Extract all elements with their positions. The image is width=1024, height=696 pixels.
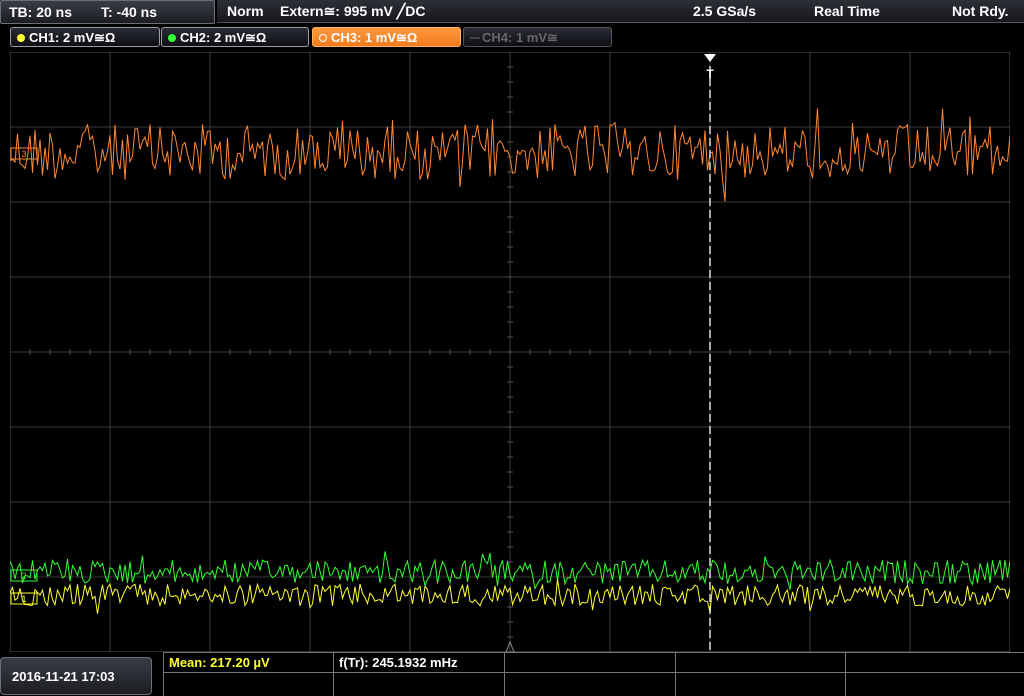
channel-2-button[interactable]: CH2: 2 mV≅Ω: [161, 27, 309, 47]
datetime-box: 2016-11-21 17:03: [0, 657, 152, 695]
channel-bar: CH1: 2 mV≅Ω CH2: 2 mV≅Ω CH3: 1 mV≅Ω CH4:…: [0, 25, 1024, 49]
trigger-offset-label: T: -40 ns: [101, 4, 158, 20]
graticule: [10, 52, 1010, 652]
trigger-source-label: Extern≅: 995 mV ╱DC: [280, 3, 426, 19]
timebase-box[interactable]: TB: 20 ns T: -40 ns: [0, 0, 215, 24]
channel-3-button[interactable]: CH3: 1 mV≅Ω: [312, 27, 461, 47]
trigger-marker-label: T: [706, 67, 714, 81]
measurement-1-label: Mean: 217.20 µV: [169, 655, 270, 670]
channel-3-dot-icon: [319, 34, 327, 42]
channel-1-marker-label: 1: [21, 594, 26, 604]
timebase-label: TB: 20 ns: [9, 4, 73, 20]
channel-4-button[interactable]: CH4: 1 mV≅: [463, 27, 612, 47]
sample-rate-label: 2.5 GSa/s: [693, 3, 757, 19]
waveform-display[interactable]: T 3 2 1: [10, 52, 1010, 652]
channel-4-label: CH4: 1 mV≅: [482, 30, 558, 45]
channel-2-offset-marker[interactable]: 2: [10, 569, 38, 582]
status-label: Not Rdy.: [952, 3, 1009, 19]
trigger-position-marker-icon[interactable]: [704, 54, 716, 62]
channel-1-label: CH1: 2 mV≅Ω: [29, 30, 116, 45]
channel-3-label: CH3: 1 mV≅Ω: [331, 30, 418, 45]
measurement-panel[interactable]: Mean: 217.20 µV f(Tr): 245.1932 mHz: [163, 652, 1024, 696]
channel-2-marker-label: 2: [21, 571, 26, 581]
channel-3-marker-label: 3: [21, 149, 26, 159]
channel-2-dot-icon: [168, 34, 176, 42]
channel-4-dash-icon: [470, 37, 480, 39]
datetime-label: 2016-11-21 17:03: [12, 669, 115, 684]
trigger-mode-label: Norm: [227, 3, 264, 19]
status-bar: TB: 20 ns T: -40 ns Norm Extern≅: 995 mV…: [0, 0, 1024, 24]
trigger-box[interactable]: Norm Extern≅: 995 mV ╱DC 2.5 GSa/s Real …: [217, 0, 1024, 23]
acquisition-mode-label: Real Time: [814, 3, 880, 19]
measurement-2-label: f(Tr): 245.1932 mHz: [339, 655, 458, 670]
channel-2-label: CH2: 2 mV≅Ω: [180, 30, 267, 45]
channel-1-button[interactable]: CH1: 2 mV≅Ω: [10, 27, 160, 47]
channel-1-dot-icon: [17, 34, 25, 42]
